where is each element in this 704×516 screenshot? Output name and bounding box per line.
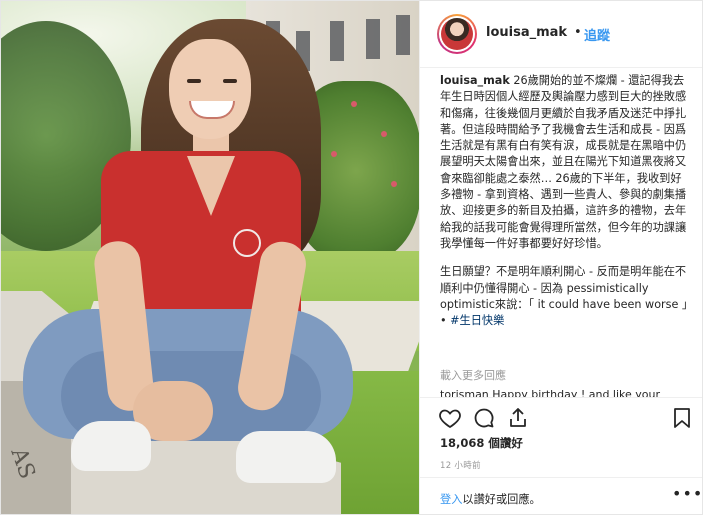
instagram-post-window: AS louisa_mak • 追蹤 louisa_mak 26歲開始的並不燦爛… xyxy=(0,0,703,515)
heart-icon[interactable] xyxy=(438,406,462,430)
post-timestamp[interactable]: 12 小時前 xyxy=(440,459,481,471)
photo-window xyxy=(396,15,410,55)
photo-window xyxy=(366,19,380,59)
photo-flower xyxy=(351,101,357,107)
follow-button[interactable]: 追蹤 xyxy=(584,25,610,44)
photo-sneaker-left xyxy=(71,421,151,471)
photo-flower xyxy=(381,131,387,137)
username-link[interactable]: louisa_mak xyxy=(486,25,567,40)
hashtag-link[interactable]: #生日快樂 xyxy=(450,314,504,327)
post-header: louisa_mak • 追蹤 xyxy=(420,1,702,68)
caption-username[interactable]: louisa_mak xyxy=(440,74,510,87)
comment-icon[interactable] xyxy=(472,406,496,430)
share-icon[interactable] xyxy=(506,406,530,430)
photo-tshirt-seal xyxy=(233,229,261,257)
login-prompt-text: 以讚好或回應。 xyxy=(462,493,541,506)
bookmark-icon[interactable] xyxy=(670,406,694,430)
separator-dot: • xyxy=(574,25,582,40)
like-count[interactable]: 18,068 個讚好 xyxy=(440,435,523,451)
photo-tshirt-neckline xyxy=(187,156,235,216)
photo-flower xyxy=(391,181,397,187)
avatar-border xyxy=(439,16,475,52)
avatar[interactable] xyxy=(437,14,477,54)
photo-person-eye xyxy=(187,79,201,83)
photo-flower xyxy=(331,151,337,157)
caption-text-1: 26歲開始的並不燦爛 - 還記得我去年生日時因個人經歷及輿論壓力感到巨大的挫敗感… xyxy=(440,74,687,250)
post-photo[interactable]: AS xyxy=(1,1,419,514)
avatar-image xyxy=(441,18,473,50)
action-bar xyxy=(420,397,702,436)
login-bar: 登入以讚好或回應。 ••• xyxy=(420,477,702,514)
login-prompt: 登入以讚好或回應。 xyxy=(440,491,541,507)
more-options-icon[interactable]: ••• xyxy=(672,484,702,503)
photo-person-face xyxy=(169,39,251,139)
photo-window xyxy=(330,21,344,61)
post-side-pane: louisa_mak • 追蹤 louisa_mak 26歲開始的並不燦爛 - … xyxy=(419,1,702,514)
post-caption: louisa_mak 26歲開始的並不燦爛 - 還記得我去年生日時因個人經歷及輿… xyxy=(440,73,688,379)
login-link[interactable]: 登入 xyxy=(440,493,462,506)
load-more-comments[interactable]: 載入更多回應 xyxy=(440,367,506,383)
photo-sneaker-right xyxy=(236,431,336,483)
photo-person-eye xyxy=(223,79,237,83)
